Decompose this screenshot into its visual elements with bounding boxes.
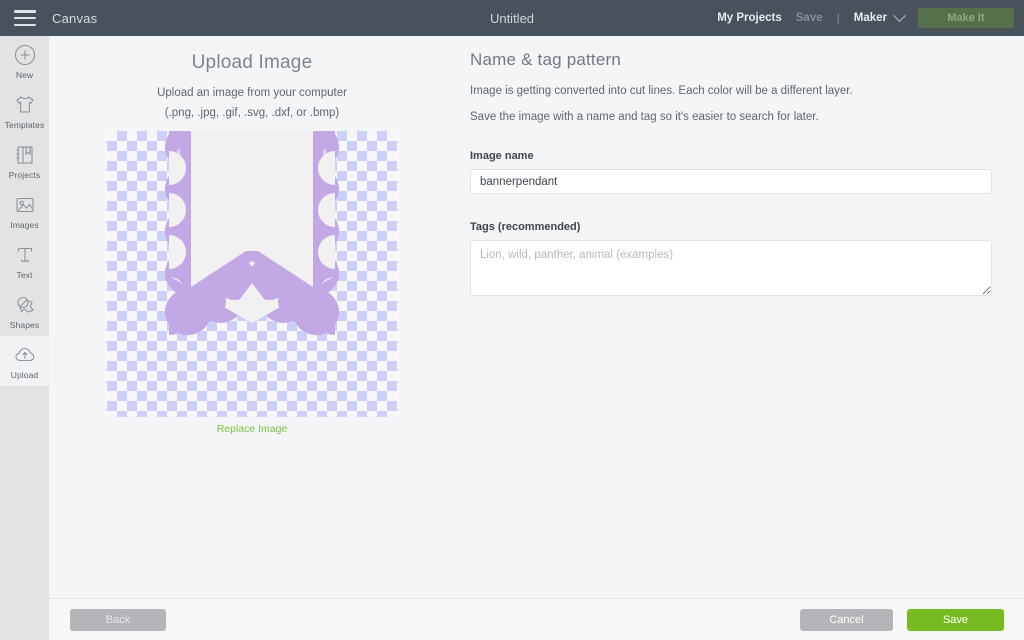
my-projects-link[interactable]: My Projects <box>717 12 782 24</box>
form-panel-title: Name & tag pattern <box>470 50 622 69</box>
upload-cloud-icon <box>14 347 34 361</box>
app-window: Canvas Untitled My Projects Save | Maker… <box>0 0 1024 640</box>
replace-image-link[interactable]: Replace Image <box>82 423 422 435</box>
upload-supported-formats: (.png, .jpg, .gif, .svg, .dxf, or .bmp) <box>164 107 340 119</box>
cancel-button[interactable]: Cancel <box>800 609 893 631</box>
sidebar-item-images[interactable]: Images <box>0 186 49 236</box>
sidebar-item-label: Upload <box>10 369 39 380</box>
upload-image-panel: Upload Image Upload an image from your c… <box>82 52 422 435</box>
sidebar-item-label: Templates <box>4 119 45 130</box>
back-button[interactable]: Back <box>70 609 166 631</box>
sidebar-item-label: New <box>15 69 34 80</box>
sidebar-item-shapes[interactable]: Shapes <box>0 286 49 336</box>
sidebar-item-upload[interactable]: Upload <box>0 336 49 386</box>
header-right-group: My Projects Save | Maker Make It <box>717 8 1024 28</box>
header-divider: | <box>836 11 840 25</box>
sidebar-item-label: Shapes <box>9 319 40 330</box>
sidebar-item-templates[interactable]: Templates <box>0 86 49 136</box>
chevron-down-icon[interactable] <box>893 8 906 22</box>
text-t-icon <box>17 247 32 262</box>
image-preview-canvas[interactable] <box>107 131 397 417</box>
sidebar-item-new[interactable]: New <box>0 36 49 86</box>
name-tag-panel: Name & tag pattern Image is getting conv… <box>470 50 992 301</box>
upload-panel-subtitle: Upload an image from your computer <box>157 87 347 99</box>
machine-selector-label[interactable]: Maker <box>854 12 887 24</box>
form-description-1: Image is getting converted into cut line… <box>470 85 853 97</box>
top-header-bar: Canvas Untitled My Projects Save | Maker… <box>0 0 1024 36</box>
canvas-label[interactable]: Canvas <box>52 11 97 26</box>
sidebar-item-text[interactable]: Text <box>0 236 49 286</box>
sidebar-item-label: Projects <box>8 169 41 180</box>
image-name-input[interactable] <box>470 169 992 194</box>
plus-circle-icon <box>14 44 35 65</box>
tags-textarea[interactable] <box>470 240 992 296</box>
hamburger-menu-icon[interactable] <box>14 10 36 26</box>
shirt-icon <box>15 95 34 113</box>
banner-pendant-silhouette <box>147 131 357 335</box>
book-icon <box>16 145 33 164</box>
sidebar-item-label: Text <box>16 269 33 280</box>
save-button[interactable]: Save <box>907 609 1004 631</box>
make-it-button[interactable]: Make It <box>918 8 1014 28</box>
footer-action-bar: Back Cancel Save <box>49 598 1024 640</box>
sidebar-item-projects[interactable]: Projects <box>0 136 49 186</box>
left-sidebar: New Templates Projects Images Text Shape… <box>0 36 49 640</box>
image-icon <box>15 197 34 212</box>
sidebar-item-label: Images <box>10 219 39 230</box>
header-save-link: Save <box>795 12 823 24</box>
upload-panel-title: Upload Image <box>191 52 313 73</box>
tags-label: Tags (recommended) <box>470 221 581 233</box>
form-description-2: Save the image with a name and tag so it… <box>470 111 819 123</box>
shapes-star-icon <box>16 296 34 313</box>
image-name-label: Image name <box>470 150 534 162</box>
main-content-area: Upload Image Upload an image from your c… <box>49 36 1024 598</box>
